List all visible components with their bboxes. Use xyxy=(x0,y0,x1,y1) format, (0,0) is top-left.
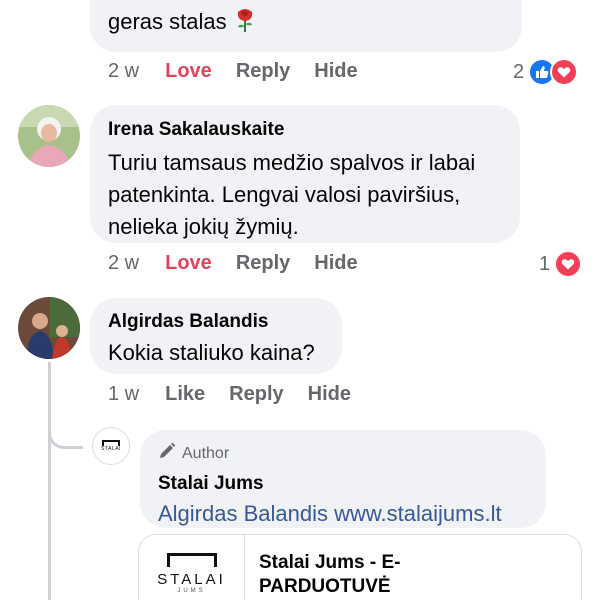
comment-actions: 2 w Love Reply Hide xyxy=(108,252,382,275)
logo-text: STALAI xyxy=(101,446,121,452)
author-badge-label: Author xyxy=(182,444,230,462)
rose-icon xyxy=(233,7,257,38)
page-avatar[interactable]: STALAI xyxy=(92,427,130,465)
timestamp: 2 w xyxy=(108,252,140,274)
hide-button[interactable]: Hide xyxy=(314,60,357,83)
reply-button[interactable]: Reply xyxy=(236,252,290,275)
love-reaction-icon xyxy=(554,250,583,278)
reply-author[interactable]: Stalai Jums xyxy=(158,473,530,495)
love-reaction-icon xyxy=(550,58,579,86)
comment-bubble: Irena Sakalauskaite Turiu tamsaus medžio… xyxy=(90,105,520,243)
comment-text: Kokia staliuko kaina? xyxy=(108,340,315,365)
pencil-icon xyxy=(158,442,176,465)
reaction-count: 1 xyxy=(539,252,551,275)
thread-connector xyxy=(48,400,83,449)
comment-actions: 1 w Like Reply Hide xyxy=(108,383,375,406)
logo-subtext: JUMS xyxy=(177,588,206,594)
comment-actions: 2 w Love Reply Hide xyxy=(108,60,382,83)
link-preview-thumbnail: STALAI JUMS xyxy=(139,535,245,600)
link-preview-card[interactable]: STALAI JUMS Stalai Jums - E-PARDUOTUVĖ xyxy=(138,534,582,600)
comment-text: geras stalas xyxy=(108,9,227,34)
stalai-logo-icon xyxy=(166,553,217,567)
website-link[interactable]: www.stalaijums.lt xyxy=(334,501,501,526)
avatar[interactable] xyxy=(18,297,80,359)
like-button[interactable]: Like xyxy=(165,383,205,406)
timestamp: 2 w xyxy=(108,60,140,82)
love-button[interactable]: Love xyxy=(165,60,212,83)
mention-link[interactable]: Algirdas Balandis xyxy=(158,501,328,526)
author-badge: Author xyxy=(158,442,530,465)
hide-button[interactable]: Hide xyxy=(314,252,357,275)
comment-bubble: geras stalas xyxy=(90,0,522,52)
reply-text: Algirdas Balandis www.stalaijums.lt xyxy=(158,501,530,527)
comment-text: Turiu tamsaus medžio spalvos ir labai pa… xyxy=(108,150,476,239)
logo-text: STALAI xyxy=(157,571,226,588)
timestamp: 1 w xyxy=(108,383,140,405)
reaction-count: 2 xyxy=(513,60,525,83)
thread-line xyxy=(48,362,51,600)
avatar[interactable] xyxy=(18,105,80,167)
link-preview-title[interactable]: Stalai Jums - E-PARDUOTUVĖ xyxy=(259,551,459,599)
comment-bubble: Algirdas Balandis Kokia staliuko kaina? xyxy=(90,298,342,374)
love-button[interactable]: Love xyxy=(165,252,212,275)
reply-bubble: Author Stalai Jums Algirdas Balandis www… xyxy=(140,430,546,528)
reply-button[interactable]: Reply xyxy=(236,60,290,83)
comments-panel: geras stalas 2 w Love Reply Hide 2 Irena… xyxy=(0,0,600,600)
comment-author[interactable]: Algirdas Balandis xyxy=(108,311,326,333)
reply-button[interactable]: Reply xyxy=(229,383,283,406)
reactions-summary[interactable]: 2 xyxy=(513,58,579,86)
comment-author[interactable]: Irena Sakalauskaite xyxy=(108,119,504,141)
reactions-summary[interactable]: 1 xyxy=(539,250,583,278)
hide-button[interactable]: Hide xyxy=(308,383,351,406)
